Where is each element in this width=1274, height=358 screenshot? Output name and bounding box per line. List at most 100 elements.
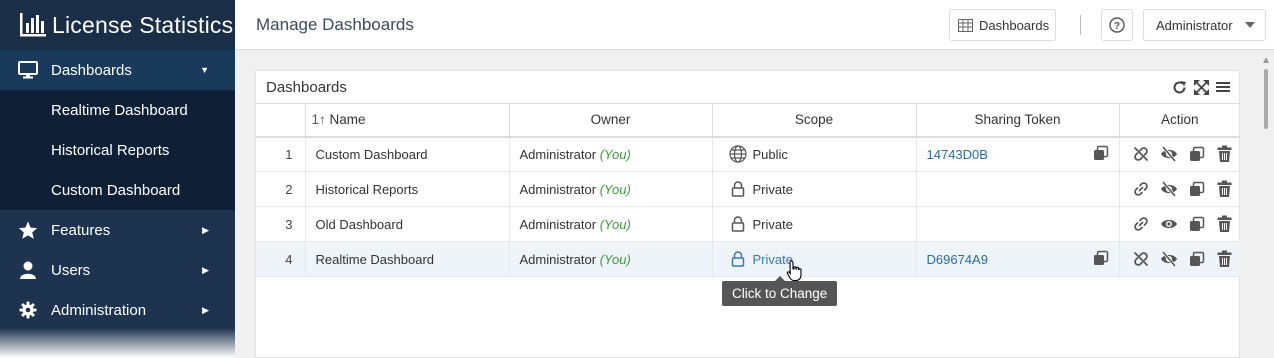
sidebar-subitem-custom[interactable]: Custom Dashboard	[0, 170, 235, 210]
trash-icon[interactable]	[1216, 250, 1234, 268]
sidebar-item-dashboards[interactable]: Dashboards ▼	[0, 50, 235, 90]
sharing-token-cell: D69674A9	[915, 241, 1119, 277]
unlink-icon[interactable]	[1132, 250, 1150, 268]
column-header-label: Name	[329, 112, 366, 128]
sharing-token-cell	[915, 171, 1119, 207]
sidebar-item-users[interactable]: Users ▶	[0, 250, 235, 290]
scope-toggle[interactable]: Private	[723, 181, 916, 197]
scope-cell: Private	[711, 206, 916, 242]
sidebar-subitem-realtime[interactable]: Realtime Dashboard	[0, 90, 235, 130]
action-cell	[1118, 136, 1240, 172]
header-divider	[1080, 15, 1081, 35]
copy-icon[interactable]	[1188, 145, 1206, 163]
caret-right-icon: ▶	[202, 224, 209, 235]
copy-icon[interactable]	[1188, 215, 1206, 233]
monitor-icon	[18, 60, 38, 80]
eye-slash-icon[interactable]	[1160, 250, 1178, 268]
table-row[interactable]: 3 Old Dashboard Administrator (You) Private	[256, 206, 1240, 242]
owner-name: Administrator	[519, 181, 597, 197]
column-header-index	[256, 103, 305, 138]
scope-tooltip: Click to Change	[722, 276, 838, 306]
scope-toggle[interactable]: Private	[723, 216, 916, 232]
sidebar-item-features[interactable]: Features ▶	[0, 210, 235, 250]
eye-slash-icon[interactable]	[1160, 180, 1178, 198]
column-header-sharing-token[interactable]: Sharing Token	[915, 103, 1119, 138]
dashboard-name: Realtime Dashboard	[304, 241, 509, 277]
sharing-token-link[interactable]: 14743D0B	[927, 147, 988, 162]
link-icon[interactable]	[1132, 215, 1150, 233]
table-icon	[958, 18, 973, 32]
dashboards-button-label: Dashboards	[979, 17, 1050, 33]
sidebar-subitem-historical[interactable]: Historical Reports	[0, 130, 235, 170]
column-header-scope[interactable]: Scope	[711, 103, 916, 138]
trash-icon[interactable]	[1216, 145, 1234, 163]
caret-right-icon: ▶	[202, 304, 209, 315]
table-header-row: 1↑ Name Owner Scope Sharing Token Action	[256, 103, 1240, 138]
help-button[interactable]: ?	[1101, 9, 1133, 41]
table-row[interactable]: 1 Custom Dashboard Administrator (You) Publ…	[256, 136, 1240, 172]
scope-toggle[interactable]: Private	[723, 251, 916, 267]
scope-cell: Private	[711, 241, 916, 277]
brand[interactable]: License Statistics	[0, 0, 235, 50]
owner-cell: Administrator (You)	[508, 241, 712, 277]
dashboards-submenu: Realtime Dashboard Historical Reports Cu…	[0, 90, 235, 210]
scrollbar[interactable]	[1262, 55, 1270, 355]
lock-icon	[729, 216, 747, 232]
hand-cursor-icon	[786, 260, 802, 282]
owner-you-tag: (You)	[599, 216, 631, 232]
expand-icon[interactable]	[1193, 79, 1209, 95]
action-cell	[1118, 241, 1240, 277]
dashboard-name: Custom Dashboard	[304, 136, 509, 172]
user-menu-label: Administrator	[1156, 17, 1233, 33]
column-header-name[interactable]: 1↑ Name	[304, 103, 509, 138]
scope-toggle[interactable]: Public	[723, 145, 916, 163]
action-cell	[1118, 171, 1240, 207]
sidebar-item-label: Users	[51, 261, 91, 279]
owner-name: Administrator	[519, 251, 597, 267]
gear-icon	[18, 300, 38, 320]
copy-icon[interactable]	[1188, 250, 1206, 268]
sidebar-item-administration[interactable]: Administration ▶	[0, 290, 235, 330]
svg-text:?: ?	[1114, 21, 1120, 32]
copy-icon[interactable]	[1188, 180, 1206, 198]
scope-label: Private	[752, 216, 793, 232]
caret-down-icon	[1244, 22, 1255, 28]
unlink-icon[interactable]	[1132, 145, 1150, 163]
top-header: Manage Dashboards Dashboards ? Administr…	[235, 0, 1274, 50]
scope-cell: Public	[711, 136, 916, 172]
owner-you-tag: (You)	[599, 146, 631, 162]
table-row[interactable]: 4 Realtime Dashboard Administrator (You) Pr…	[256, 241, 1240, 277]
lock-icon	[729, 251, 747, 267]
sidebar-item-label: Administration	[51, 301, 147, 319]
link-icon[interactable]	[1132, 180, 1150, 198]
caret-down-icon: ▼	[200, 65, 209, 75]
caret-right-icon: ▶	[202, 264, 209, 275]
user-icon	[18, 260, 38, 280]
sharing-token-cell	[915, 206, 1119, 242]
trash-icon[interactable]	[1216, 215, 1234, 233]
menu-icon[interactable]	[1215, 79, 1231, 95]
dashboard-name: Historical Reports	[304, 171, 509, 207]
sharing-token-link[interactable]: D69674A9	[927, 252, 988, 267]
eye-icon[interactable]	[1160, 215, 1178, 233]
row-index: 2	[256, 171, 305, 207]
table-row[interactable]: 2 Historical Reports Administrator (You) Pr…	[256, 171, 1240, 207]
dashboards-button[interactable]: Dashboards	[949, 9, 1056, 41]
action-cell	[1118, 206, 1240, 242]
lock-icon	[729, 181, 747, 197]
trash-icon[interactable]	[1216, 180, 1234, 198]
user-menu-dropdown[interactable]: Administrator	[1143, 9, 1266, 41]
eye-slash-icon[interactable]	[1160, 145, 1178, 163]
sidebar-item-label: Features	[51, 221, 111, 239]
scope-label: Public	[752, 146, 788, 162]
owner-name: Administrator	[519, 146, 597, 162]
refresh-icon[interactable]	[1171, 79, 1187, 95]
copy-icon[interactable]	[1093, 145, 1109, 164]
copy-icon[interactable]	[1093, 250, 1109, 269]
panel-tools	[1171, 79, 1231, 95]
app-title: License Statistics	[52, 11, 234, 38]
owner-cell: Administrator (You)	[508, 136, 712, 172]
column-header-owner[interactable]: Owner	[508, 103, 712, 138]
owner-you-tag: (You)	[599, 181, 631, 197]
dashboard-name: Old Dashboard	[304, 206, 509, 242]
